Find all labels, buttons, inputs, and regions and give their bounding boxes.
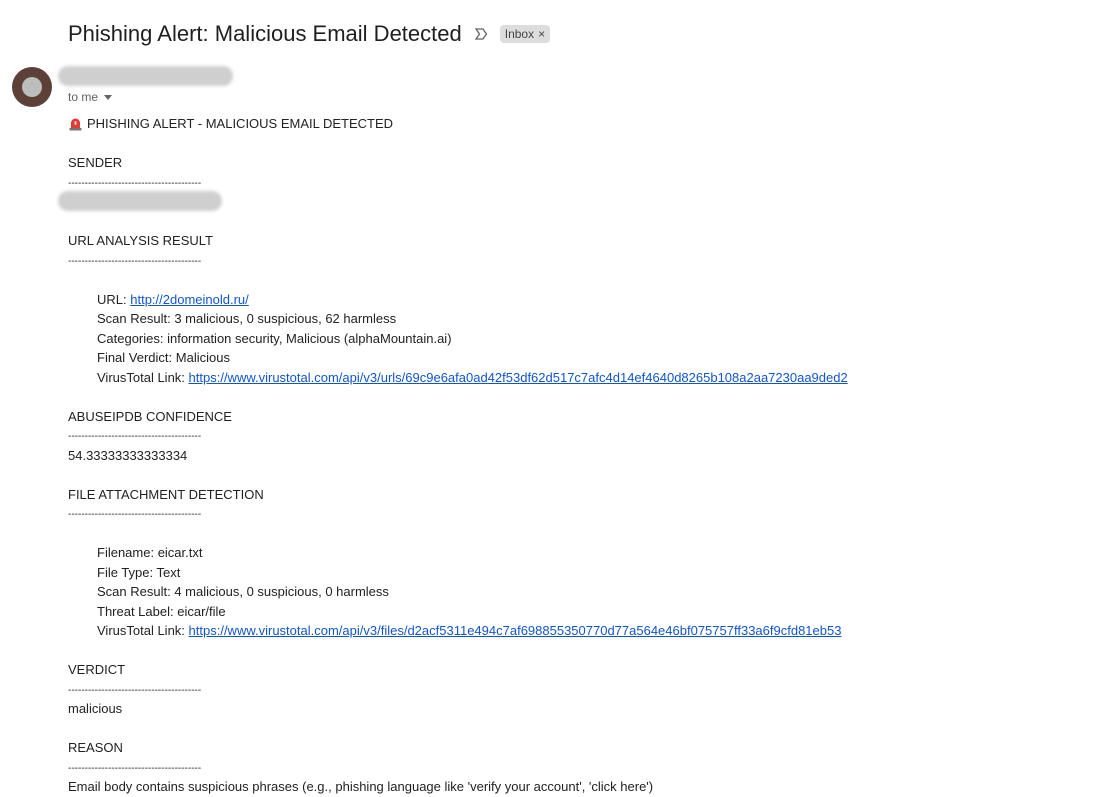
inbox-label-chip[interactable]: Inbox × <box>499 25 551 43</box>
to-me-label: to me <box>68 90 99 104</box>
url-analysis-heading: URL ANALYSIS RESULT <box>68 233 213 248</box>
recipient-details-toggle[interactable]: to me <box>68 90 113 104</box>
avatar-placeholder-icon <box>22 77 42 97</box>
file-scan-result: Scan Result: 4 malicious, 0 suspicious, … <box>97 584 389 599</box>
url-final-verdict: Final Verdict: Malicious <box>97 350 230 365</box>
alert-heading: PHISHING ALERT - MALICIOUS EMAIL DETECTE… <box>87 116 394 131</box>
abuseipdb-value: 54.33333333333334 <box>68 448 188 463</box>
file-virustotal-line: VirusTotal Link: https://www.virustotal.… <box>97 623 841 639</box>
subject-row: Phishing Alert: Malicious Email Detected… <box>68 20 551 48</box>
url-line: URL: http://2domeinold.ru/ <box>97 292 249 308</box>
url-virustotal-line: VirusTotal Link: https://www.virustotal.… <box>97 370 848 386</box>
url-analysis-divider: ---------------------------------------- <box>68 256 202 267</box>
reason-divider: ---------------------------------------- <box>68 763 202 774</box>
url-scan-result: Scan Result: 3 malicious, 0 suspicious, … <box>97 311 397 326</box>
sender-divider: ---------------------------------------- <box>68 178 202 189</box>
remove-label-icon[interactable]: × <box>538 28 545 40</box>
abuseipdb-divider: ---------------------------------------- <box>68 431 202 442</box>
avatar[interactable] <box>12 67 52 107</box>
email-subject: Phishing Alert: Malicious Email Detected <box>68 21 462 46</box>
important-marker-icon[interactable] <box>474 26 490 42</box>
email-view: Phishing Alert: Malicious Email Detected… <box>0 0 1113 797</box>
sender-heading: SENDER <box>68 155 123 170</box>
file-type: File Type: Text <box>97 565 181 580</box>
inbox-label-text: Inbox <box>504 27 535 41</box>
url-virustotal-link[interactable]: https://www.virustotal.com/api/v3/urls/6… <box>189 370 848 385</box>
abuseipdb-heading: ABUSEIPDB CONFIDENCE <box>68 409 232 424</box>
file-threat-label: Threat Label: eicar/file <box>97 604 226 619</box>
file-attachment-heading: FILE ATTACHMENT DETECTION <box>68 487 264 502</box>
file-virustotal-label: VirusTotal Link: <box>97 623 189 638</box>
caret-down-icon <box>104 94 113 100</box>
reason-value: Email body contains suspicious phrases (… <box>68 779 654 794</box>
url-virustotal-label: VirusTotal Link: <box>97 370 189 385</box>
redacted-sender-name <box>58 66 233 86</box>
verdict-divider: ---------------------------------------- <box>68 685 202 696</box>
reason-heading: REASON <box>68 740 123 755</box>
verdict-heading: VERDICT <box>68 662 126 677</box>
url-categories: Categories: information security, Malici… <box>97 331 452 346</box>
file-attachment-divider: ---------------------------------------- <box>68 509 202 520</box>
file-virustotal-link[interactable]: https://www.virustotal.com/api/v3/files/… <box>189 623 842 638</box>
police-light-icon <box>68 116 83 131</box>
verdict-value: malicious <box>68 701 123 716</box>
url-label: URL: <box>97 292 131 307</box>
redacted-sender-address <box>58 191 222 211</box>
file-name: Filename: eicar.txt <box>97 545 203 560</box>
alert-heading-line: PHISHING ALERT - MALICIOUS EMAIL DETECTE… <box>68 116 393 132</box>
analyzed-url-link[interactable]: http://2domeinold.ru/ <box>130 292 249 307</box>
